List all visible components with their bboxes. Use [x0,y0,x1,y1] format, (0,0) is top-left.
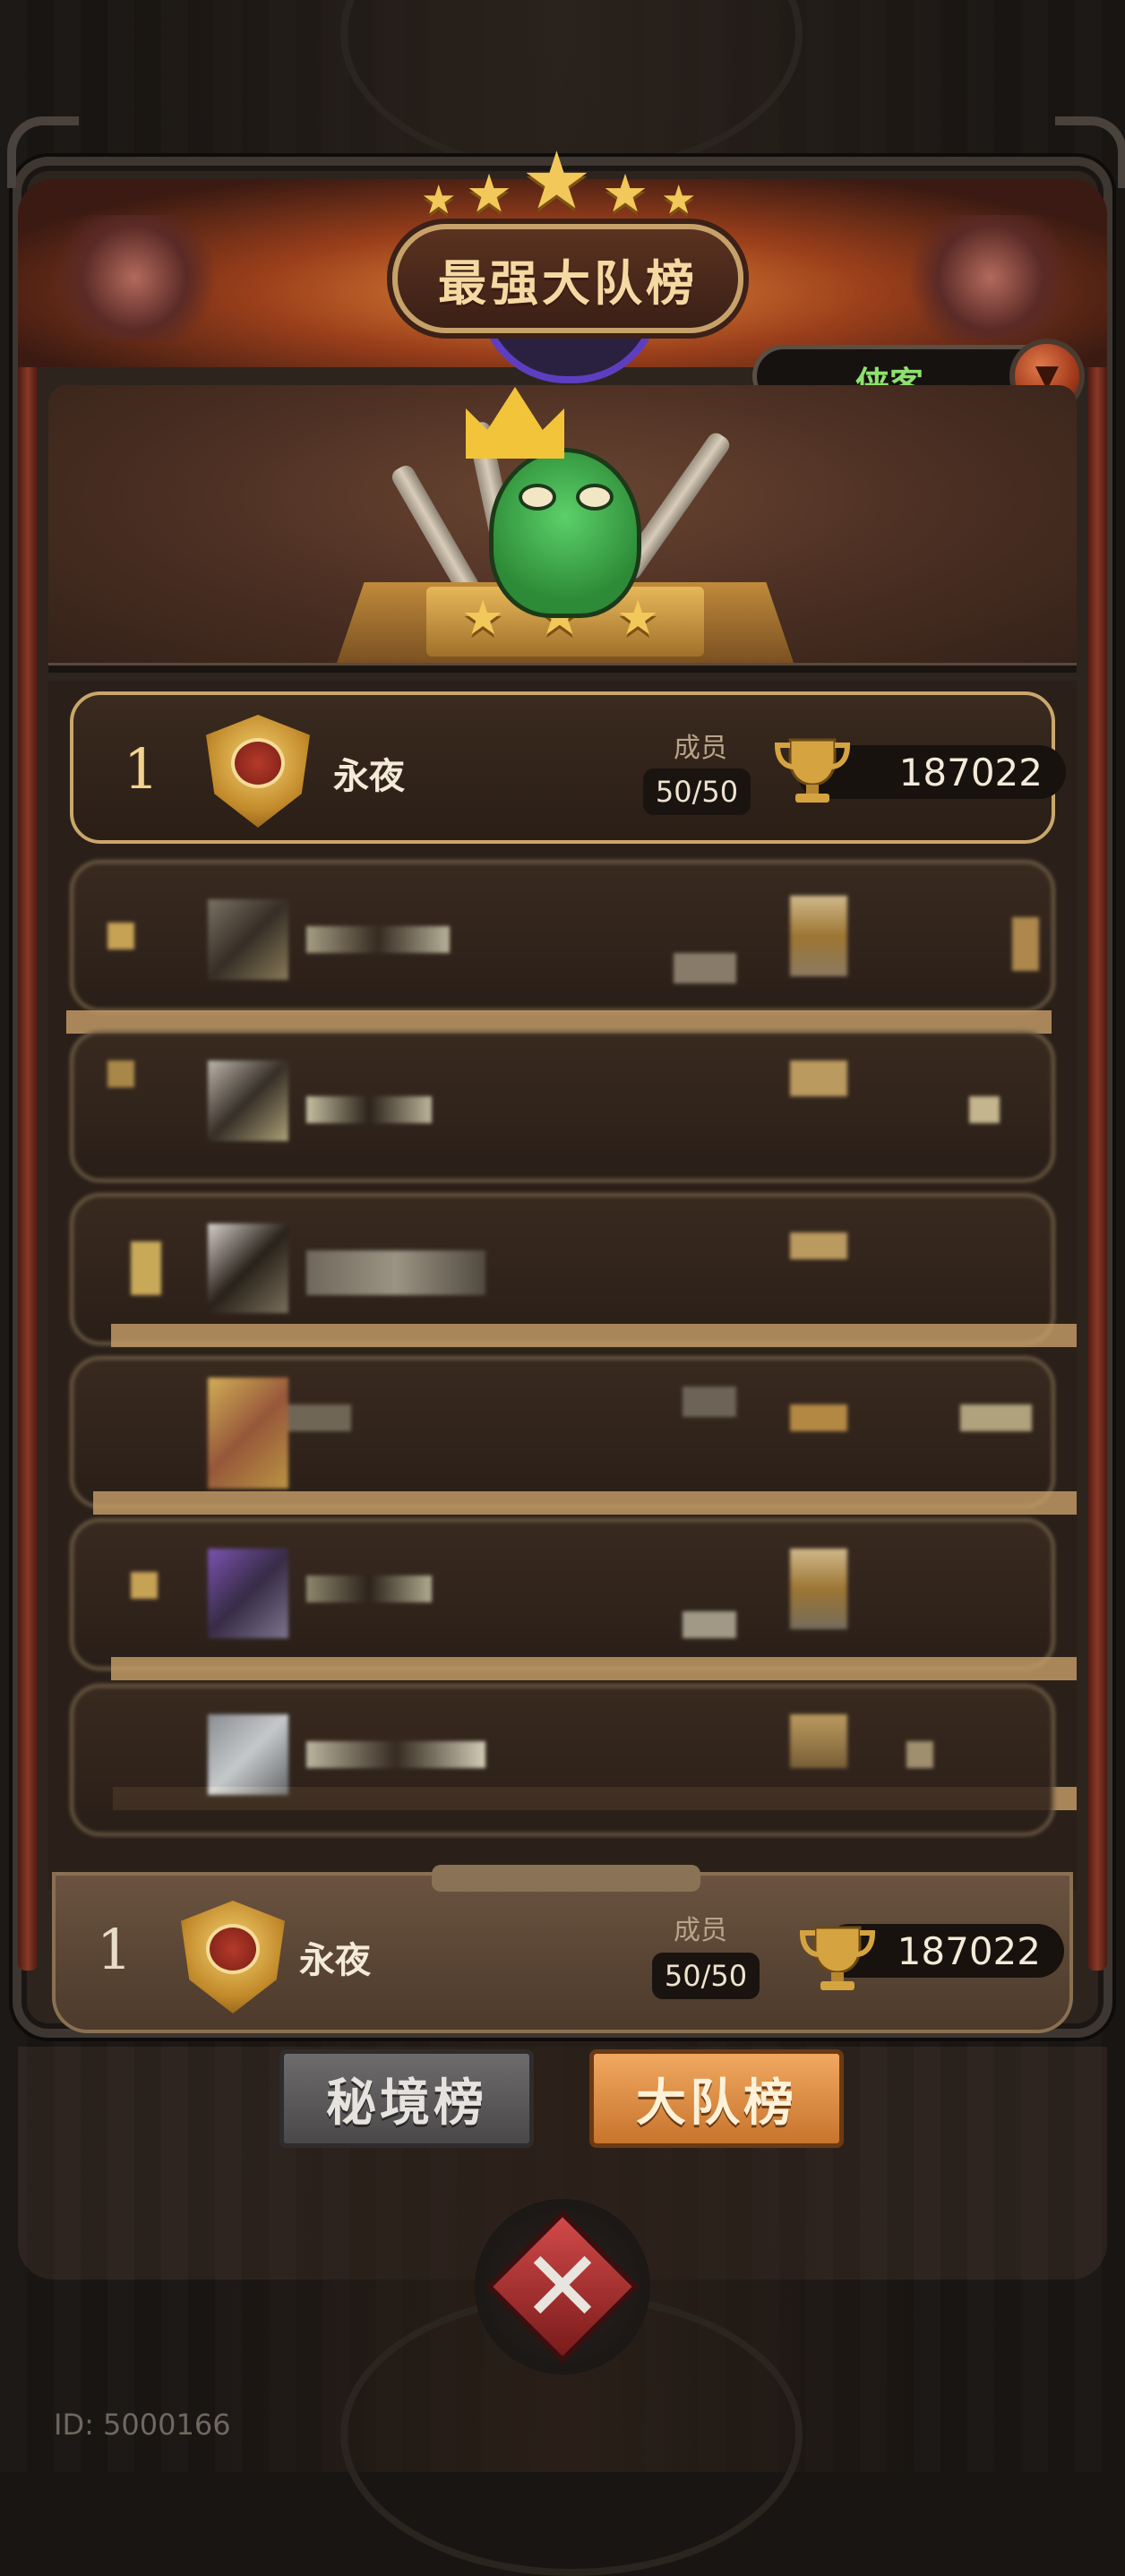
close-icon-glyph: ✕ [520,2229,605,2344]
pixelated-content [306,1576,432,1602]
star-icon: ★ [521,134,592,227]
star-icon: ★ [466,163,512,224]
pixelated-content [208,1714,288,1795]
pixelated-content [131,1241,161,1295]
frame-rail-left [18,287,38,1971]
pixelated-content [790,1714,847,1768]
my-members-count: 50/50 [652,1953,760,1999]
rank-number: 1 [124,736,159,802]
row-separator [93,1491,1077,1515]
pixelated-content [790,1404,847,1431]
pixelated-content [790,1232,847,1259]
pixelated-content [306,926,450,953]
frame-ornament [1055,116,1125,188]
trophy-icon [774,738,851,803]
members-label: 成员 [674,1915,727,1946]
tab-team-ranking[interactable]: 大队榜 [589,2049,844,2148]
leaderboard-row[interactable] [70,860,1055,1012]
pixelated-content [288,1404,351,1431]
pixelated-content [208,1060,288,1141]
frame-ornament [7,116,79,188]
pixelated-content [131,1572,158,1599]
frame-rail-right [1087,287,1107,1971]
pixelated-content [107,923,134,949]
user-id-label: ID: 5000166 [54,2408,231,2442]
leaderboard-row[interactable] [70,1518,1055,1670]
my-team-row[interactable]: 1 永夜 成员 50/50 187022 [52,1865,1073,2033]
pixelated-content [208,1549,288,1638]
pixelated-content [306,1250,485,1295]
team-name: 永夜 [333,756,405,797]
trophy-icon [799,1926,876,1990]
page-title: 最强大队榜 [392,224,743,333]
pixelated-content [969,1096,1000,1123]
leaderboard-row[interactable] [70,1193,1055,1345]
leaderboard-row[interactable] [70,1030,1055,1182]
my-team-name: 永夜 [299,1940,371,1981]
pixelated-content [683,1611,736,1638]
champion-mascot-frog [489,448,641,618]
members-label: 成员 [674,733,727,764]
close-button[interactable]: ✕ [475,2199,650,2374]
star-icon: ★ [661,177,697,223]
row-separator [111,1324,1077,1347]
pixelated-content [960,1404,1032,1431]
my-rank-number: 1 [97,1917,133,1982]
close-icon: ✕ [485,2209,640,2365]
pixelated-content [906,1741,933,1768]
leaderboard-row-first[interactable]: 1 永夜 成员 50/50 187022 [70,691,1066,844]
team-badge-icon [181,1901,285,2014]
frog-eye [576,484,614,511]
pixelated-content [790,1549,847,1629]
pixelated-content [683,1387,736,1417]
pixelated-content [1012,917,1039,971]
pixelated-content [790,1060,847,1096]
pixelated-content [208,899,288,980]
members-count: 50/50 [643,769,751,815]
team-badge-icon [206,715,310,828]
pixelated-content [107,1060,134,1087]
pixelated-content [674,953,736,983]
tab-secret-realm-ranking[interactable]: 秘境榜 [279,2049,534,2148]
leaderboard-row[interactable] [70,1684,1055,1836]
pixelated-content [306,1741,485,1768]
pixelated-content [306,1096,432,1123]
leaderboard-list[interactable]: 1 永夜 成员 50/50 187022 [48,681,1077,1890]
star-icon: ★ [421,177,457,223]
star-icon: ★ [602,163,648,224]
leaderboard-row[interactable] [70,1356,1055,1508]
pixelated-content [208,1378,288,1489]
frog-eye [519,484,556,511]
star-icon: ★ [461,589,505,646]
row-separator [111,1657,1077,1680]
section-divider [48,663,1077,673]
pixelated-content [208,1224,288,1313]
pixelated-content [790,896,847,976]
